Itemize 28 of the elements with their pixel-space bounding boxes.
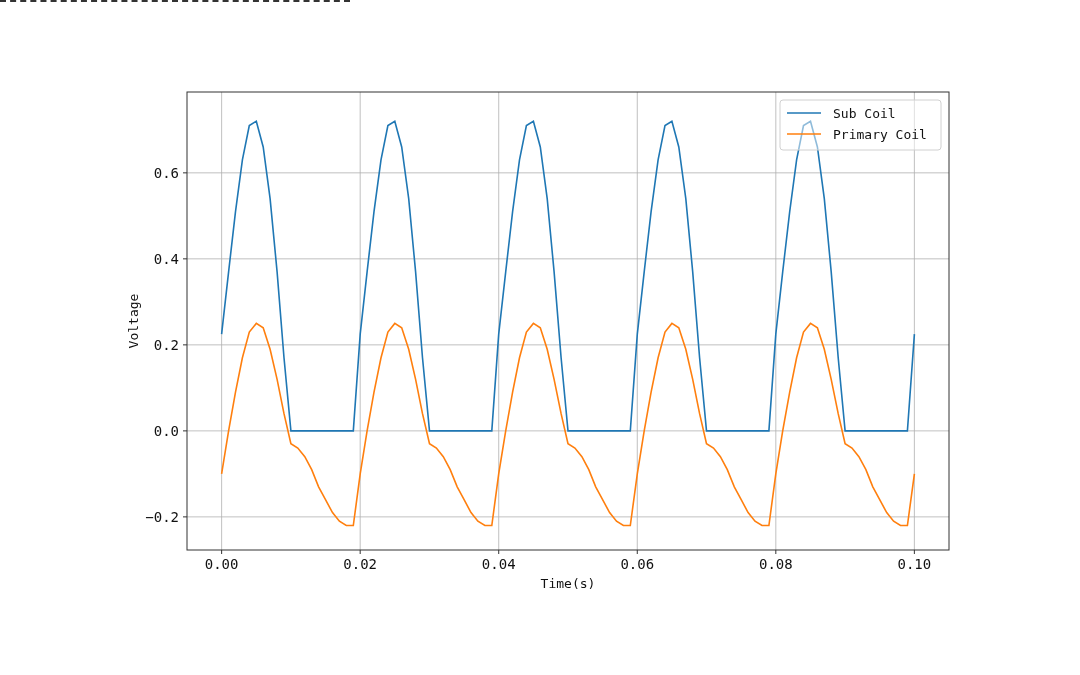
y-axis-label: Voltage xyxy=(126,293,141,349)
tick-mark xyxy=(359,549,361,555)
x-tick-label: 0.08 xyxy=(758,556,793,572)
y-tick-label: 0.2 xyxy=(153,336,179,353)
tick-mark xyxy=(182,258,188,260)
x-tick-label: 0.10 xyxy=(897,556,932,572)
y-tick-label: 0.0 xyxy=(153,422,179,439)
x-tick-label: 0.00 xyxy=(204,556,239,572)
legend-label: Sub Coil xyxy=(833,106,896,121)
legend-label: Primary Coil xyxy=(833,127,927,142)
tick-mark xyxy=(498,549,500,555)
legend-line-icon xyxy=(786,112,822,114)
x-axis-label: Time(s) xyxy=(540,576,596,591)
tick-mark xyxy=(182,344,188,346)
x-tick-label: 0.02 xyxy=(343,556,378,572)
y-tick-label: 0.4 xyxy=(153,250,179,267)
tick-mark xyxy=(636,549,638,555)
tick-mark xyxy=(182,172,188,174)
y-tick-label: −0.2 xyxy=(145,508,179,525)
tick-mark xyxy=(182,516,188,518)
tick-mark xyxy=(775,549,777,555)
tick-mark xyxy=(913,549,915,555)
tick-mark xyxy=(182,430,188,432)
y-tick-label: 0.6 xyxy=(153,164,179,181)
x-tick-label: 0.06 xyxy=(620,556,655,572)
tick-mark xyxy=(221,549,223,555)
x-tick-label: 0.04 xyxy=(481,556,516,572)
legend-line-icon xyxy=(786,133,822,135)
